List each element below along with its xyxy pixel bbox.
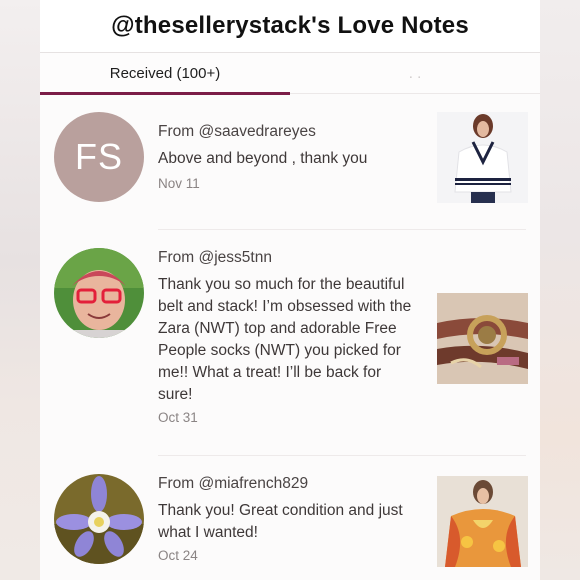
avatar-initials: FS — [74, 136, 123, 177]
avatar-photo — [54, 248, 144, 338]
background-left — [0, 0, 40, 580]
love-note: From @jess5tnn Thank you so much for the… — [40, 230, 540, 455]
tab-received-label: Received (100+) — [109, 64, 221, 82]
love-notes-panel: @thesellerystack's Love Notes Received (… — [40, 0, 540, 580]
note-message: Thank you! Great condition and just what… — [158, 502, 403, 541]
note-date: Oct 31 — [158, 410, 198, 425]
listing-thumbnail[interactable] — [437, 293, 528, 384]
avatar-photo — [54, 474, 144, 564]
page-title: @thesellerystack's Love Notes — [111, 12, 469, 39]
tab-given-label: . . — [408, 64, 422, 82]
listing-thumbnail[interactable] — [437, 476, 528, 567]
listing-thumbnail[interactable] — [437, 112, 528, 203]
jacket-photo — [437, 476, 528, 567]
avatar[interactable]: FS — [54, 112, 144, 202]
sweater-photo — [437, 112, 528, 203]
page-header: @thesellerystack's Love Notes — [40, 0, 540, 53]
background-right — [540, 0, 580, 580]
note-sender[interactable]: From @jess5tnn — [158, 249, 272, 267]
tab-given[interactable]: . . — [290, 53, 540, 93]
avatar[interactable] — [54, 248, 144, 338]
tab-bar: Received (100+) . . — [40, 53, 540, 95]
love-note: FS From @saavedrareyes Above and beyond … — [40, 94, 540, 229]
note-sender[interactable]: From @saavedrareyes — [158, 123, 316, 141]
love-note: From @miafrench829 Thank you! Great cond… — [40, 456, 540, 580]
note-date: Nov 11 — [158, 176, 200, 191]
note-date: Oct 24 — [158, 548, 198, 563]
note-message: Thank you so much for the beautiful belt… — [158, 276, 412, 403]
note-sender[interactable]: From @miafrench829 — [158, 475, 308, 493]
avatar[interactable] — [54, 474, 144, 564]
tab-received[interactable]: Received (100+) — [40, 53, 290, 95]
belt-photo — [437, 293, 528, 384]
note-message: Above and beyond , thank you — [158, 150, 368, 167]
